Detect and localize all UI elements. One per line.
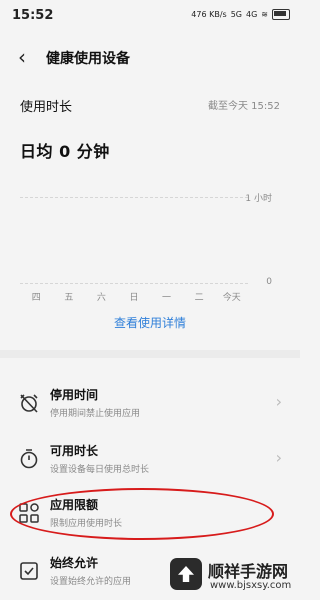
usage-chart: 1 小时 0 四 五 六 日 一 二 今天	[20, 185, 272, 303]
page-title: 健康使用设备	[46, 51, 130, 67]
chart-gridline	[20, 197, 248, 198]
network-speed: 476 KB/s	[191, 10, 227, 19]
setting-desc: 设置始终允许的应用	[50, 577, 132, 587]
y-tick-label: 0	[266, 277, 272, 287]
watermark-logo-icon	[170, 558, 202, 590]
x-tick-label: 六	[96, 293, 106, 303]
battery-icon	[272, 9, 290, 20]
x-tick-label: 二	[194, 293, 204, 303]
x-tick-label: 今天	[222, 293, 241, 303]
x-tick-label: 四	[31, 293, 41, 303]
setting-desc: 停用期间禁止使用应用	[50, 409, 141, 419]
setting-name: 停用时间	[50, 388, 99, 402]
wifi-icon: ≋	[261, 10, 268, 19]
setting-downtime[interactable]: 停用时间 停用期间禁止使用应用 ›	[0, 380, 300, 428]
x-tick-label: 日	[129, 293, 139, 303]
status-time: 15:52	[12, 8, 54, 23]
timer-icon	[20, 449, 38, 469]
back-arrow-icon[interactable]: ‹	[18, 47, 26, 67]
page-header: ‹ 健康使用设备	[0, 40, 300, 74]
signal-5g: 5G	[230, 10, 242, 19]
chevron-right-icon: ›	[275, 392, 282, 411]
alarm-off-icon	[20, 394, 38, 413]
watermark-url: www.bjsxsy.com	[210, 580, 292, 591]
watermark-title: 顺祥手游网	[208, 562, 289, 581]
setting-name: 可用时长	[50, 444, 99, 458]
daily-average: 日均 0 分钟	[20, 142, 110, 161]
check-square-icon	[20, 562, 38, 580]
usage-date: 截至今天 15:52	[208, 101, 280, 112]
setting-desc: 设置设备每日使用总时长	[50, 465, 150, 475]
section-divider	[0, 350, 300, 358]
view-details-link[interactable]: 查看使用详情	[0, 314, 300, 331]
status-bar: 15:52 476 KB/s 5G 4G ≋	[0, 0, 300, 30]
chart-gridline	[20, 283, 248, 284]
chevron-right-icon: ›	[275, 448, 282, 467]
y-tick-label: 1 小时	[245, 194, 272, 204]
usage-label: 使用时长	[20, 100, 73, 115]
x-tick-label: 一	[162, 293, 172, 303]
red-highlight-ellipse	[10, 488, 274, 540]
setting-name: 始终允许	[50, 556, 99, 570]
x-tick-label: 五	[64, 293, 74, 303]
status-icons: 476 KB/s 5G 4G ≋	[191, 9, 290, 20]
site-watermark: 顺祥手游网 www.bjsxsy.com	[170, 556, 295, 596]
signal-4g: 4G	[246, 10, 258, 19]
setting-screen-time[interactable]: 可用时长 设置设备每日使用总时长 ›	[0, 436, 300, 484]
